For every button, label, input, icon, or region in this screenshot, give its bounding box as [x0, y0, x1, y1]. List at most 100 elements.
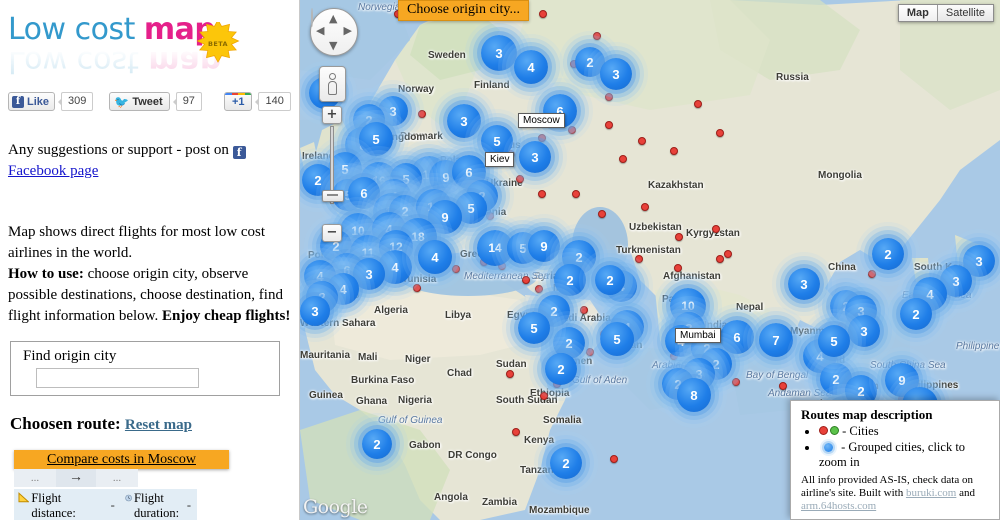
pan-center-button[interactable] — [311, 8, 313, 27]
city-marker-dot[interactable] — [674, 264, 682, 272]
map-region-label: Afghanistan — [663, 271, 721, 282]
cluster-marker[interactable]: 2 — [900, 298, 932, 330]
cluster-marker[interactable]: 2 — [362, 429, 392, 459]
support-paragraph: Any suggestions or support - post on f F… — [8, 140, 292, 182]
cluster-marker[interactable]: 3 — [788, 268, 820, 300]
city-marker-dot[interactable] — [535, 285, 543, 293]
compare-costs-bar[interactable]: Compare costs in Moscow — [14, 450, 229, 469]
facebook-inline-icon: f — [232, 146, 246, 159]
cluster-marker[interactable]: 3 — [600, 58, 632, 90]
city-marker-dot[interactable] — [413, 284, 421, 292]
find-origin-city-input[interactable] — [36, 368, 199, 388]
city-marker-dot[interactable] — [641, 203, 649, 211]
city-marker-dot[interactable] — [779, 382, 787, 390]
city-marker-dot[interactable] — [539, 10, 547, 18]
zoom-slider-handle[interactable] — [322, 190, 344, 202]
city-marker-dot[interactable] — [540, 392, 548, 400]
city-marker-dot[interactable] — [724, 250, 732, 258]
buruki-link[interactable]: buruki.com — [906, 487, 956, 499]
city-marker-dot[interactable] — [486, 212, 494, 220]
map-canvas[interactable]: Norwegian SeaSwedenNorwayFinlandDenmarkU… — [300, 0, 1000, 520]
cluster-marker[interactable]: 2 — [550, 447, 582, 479]
city-marker-dot[interactable] — [675, 233, 683, 241]
city-marker-dot[interactable] — [506, 370, 514, 378]
cluster-marker[interactable]: 5 — [600, 322, 634, 356]
cluster-marker[interactable]: 3 — [300, 296, 330, 326]
cluster-marker[interactable]: 2 — [872, 238, 904, 270]
pan-right-icon[interactable]: ▶ — [344, 25, 352, 36]
city-marker-dot[interactable] — [593, 32, 601, 40]
cluster-marker[interactable]: 2 — [545, 353, 577, 385]
city-marker-dot[interactable] — [868, 270, 876, 278]
pan-up-icon[interactable]: ▲ — [329, 13, 337, 24]
city-marker-dot[interactable] — [452, 265, 460, 273]
city-marker-dot[interactable] — [512, 428, 520, 436]
pan-left-icon[interactable]: ◀ — [316, 25, 324, 36]
city-marker-dot[interactable] — [605, 121, 613, 129]
hosts-link[interactable]: arm.64hosts.com — [801, 500, 876, 512]
city-marker-dot[interactable] — [568, 126, 576, 134]
city-marker-dot[interactable] — [716, 129, 724, 137]
googleplus-stripe-icon — [224, 93, 252, 95]
city-marker-dot[interactable] — [586, 348, 594, 356]
cluster-marker[interactable]: 3 — [848, 315, 880, 347]
city-marker-dot[interactable] — [538, 190, 546, 198]
compare-costs-link[interactable]: Compare costs in Moscow — [47, 452, 196, 468]
cluster-marker[interactable]: 8 — [677, 378, 711, 412]
city-marker-dot[interactable] — [670, 147, 678, 155]
city-marker-dot[interactable] — [598, 210, 606, 218]
cluster-marker[interactable]: 2 — [554, 264, 586, 296]
city-marker-dot[interactable] — [638, 137, 646, 145]
city-marker-dot[interactable] — [619, 155, 627, 163]
cluster-marker[interactable]: 2 — [595, 265, 625, 295]
cluster-marker[interactable]: 9 — [528, 230, 560, 262]
cluster-marker[interactable]: 7 — [759, 323, 793, 357]
pegman-icon — [328, 73, 337, 95]
city-marker-dot[interactable] — [694, 100, 702, 108]
cluster-marker[interactable]: 5 — [818, 325, 850, 357]
map-type-map-button[interactable]: Map — [898, 5, 937, 21]
map-region-label: Mali — [358, 352, 378, 363]
legend-item-grouped: - Grouped cities, click to zoom in — [819, 440, 991, 470]
facebook-page-link[interactable]: Facebook page — [8, 163, 98, 179]
map-region-label: Niger — [405, 354, 431, 365]
chosen-route: Choosen route: Reset map — [10, 414, 192, 434]
map-type-satellite-button[interactable]: Satellite — [937, 5, 993, 21]
city-marker-dot[interactable] — [732, 378, 740, 386]
cluster-marker[interactable]: 3 — [519, 141, 551, 173]
cluster-marker[interactable]: 4 — [418, 240, 452, 274]
city-marker-dot[interactable] — [572, 190, 580, 198]
cluster-marker[interactable]: 3 — [481, 35, 517, 71]
map-region-label: Gulf of Aden — [572, 375, 628, 386]
zoom-out-button[interactable]: − — [322, 224, 342, 242]
cluster-marker[interactable]: 3 — [447, 104, 481, 138]
city-marker-dot[interactable] — [635, 255, 643, 263]
city-marker-dot[interactable] — [712, 225, 720, 233]
map-pan-control[interactable]: ▲ ▼ ◀ ▶ — [310, 8, 358, 56]
cluster-marker[interactable]: 4 — [514, 50, 548, 84]
map-region-label: Uzbekistan — [629, 222, 682, 233]
twitter-tweet-button[interactable]: 🐦 Tweet — [109, 92, 170, 111]
description-paragraph: Map shows direct flights for most low co… — [8, 222, 292, 327]
zoom-in-button[interactable]: + — [322, 106, 342, 124]
reset-map-link[interactable]: Reset map — [125, 417, 192, 433]
city-marker-dot[interactable] — [580, 306, 588, 314]
pan-down-icon[interactable]: ▼ — [329, 40, 337, 51]
legend-grouped-label: - Grouped cities, click to zoom in — [819, 440, 966, 469]
cluster-marker[interactable]: 5 — [518, 312, 550, 344]
city-marker-dot[interactable] — [605, 93, 613, 101]
map-zoom-control[interactable]: + − — [322, 106, 344, 242]
city-marker-dot[interactable] — [516, 175, 524, 183]
city-marker-dot[interactable] — [716, 255, 724, 263]
facebook-like-button[interactable]: f Like — [8, 92, 56, 111]
city-marker-dot[interactable] — [522, 276, 530, 284]
street-view-pegman[interactable] — [319, 66, 346, 102]
cluster-marker[interactable]: 6 — [720, 320, 754, 354]
legend-item-cities: - Cities — [819, 424, 991, 439]
googleplus-plusone-button[interactable]: +1 — [223, 92, 253, 111]
city-marker-dot[interactable] — [418, 110, 426, 118]
support-text: Any suggestions or support - post on — [8, 142, 233, 158]
map-type-control[interactable]: Map Satellite — [897, 4, 994, 22]
cluster-marker[interactable]: 5 — [359, 122, 393, 156]
city-marker-dot[interactable] — [610, 455, 618, 463]
